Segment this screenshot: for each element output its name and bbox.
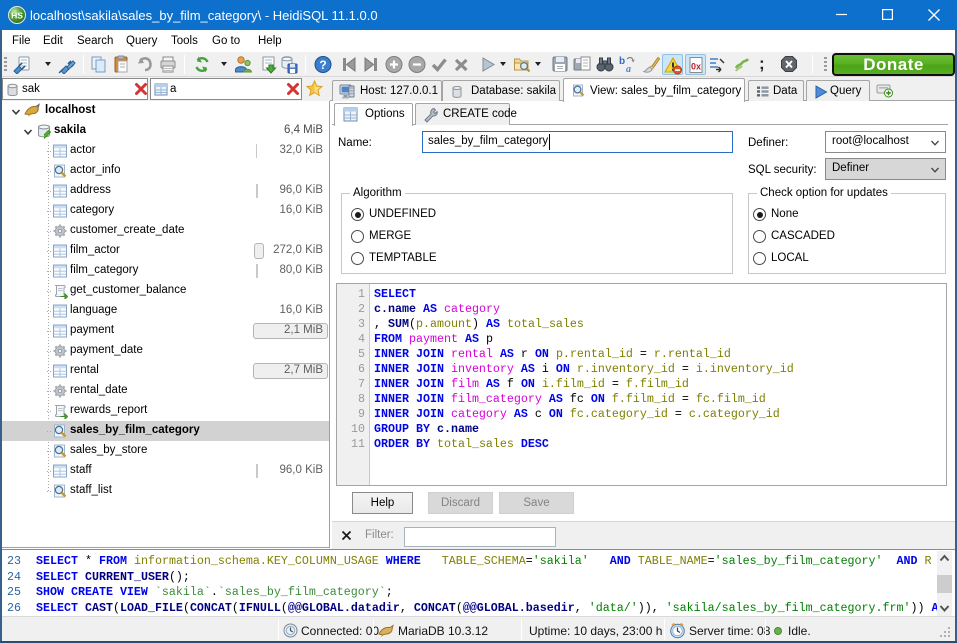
- svg-text:a: a: [626, 64, 631, 74]
- svg-text:?: ?: [319, 58, 326, 72]
- svg-text:b: b: [619, 56, 625, 67]
- svg-text:HS: HS: [11, 11, 23, 21]
- svg-text:0x: 0x: [691, 62, 701, 72]
